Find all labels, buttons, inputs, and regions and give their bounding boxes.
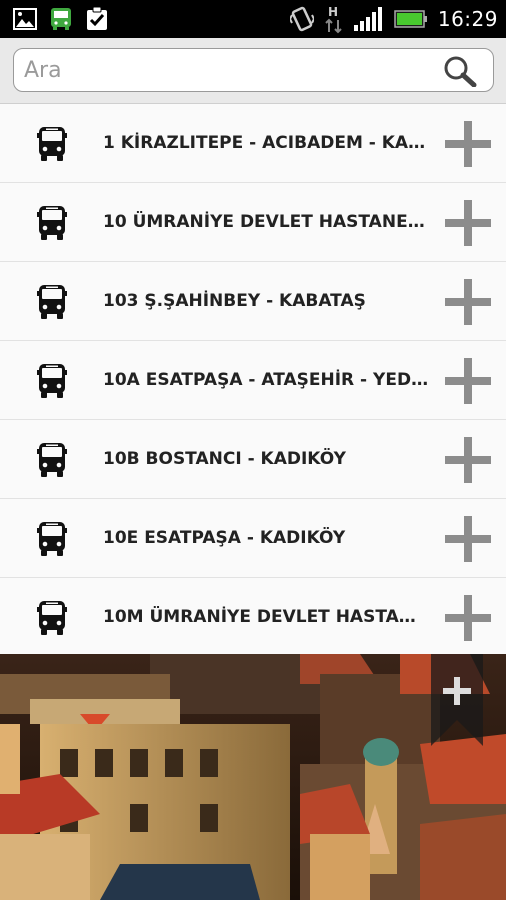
route-label: 10 ÜMRANİYE DEVLET HASTANESİ - KADIKÖY [103,212,429,232]
search-bar [0,38,506,104]
add-route-button[interactable] [445,121,491,167]
svg-text:H: H [328,5,338,19]
add-route-button[interactable] [445,200,491,246]
bus-icon [51,8,71,30]
clock: 16:29 [437,7,498,31]
list-item[interactable]: 10M ÜMRANİYE DEVLET HASTANESİ - KADIKÖY [0,578,506,657]
list-item[interactable]: 103 Ş.ŞAHİNBEY - KABATAŞ [0,262,506,341]
add-route-button[interactable] [445,437,491,483]
bus-icon [37,601,67,635]
add-route-button[interactable] [445,358,491,404]
route-label: 10E ESATPAŞA - KADIKÖY [103,528,346,548]
route-list: 1 KİRAZLITEPE - ACIBADEM - KADIKÖY 10 ÜM… [0,104,506,657]
search-input[interactable] [24,49,424,91]
bus-icon [37,364,67,398]
signal-icon [353,7,382,31]
add-route-button[interactable] [445,595,491,641]
list-item[interactable]: 1 KİRAZLITEPE - ACIBADEM - KADIKÖY [0,104,506,183]
route-label: 103 Ş.ŞAHİNBEY - KABATAŞ [103,291,366,311]
battery-icon [394,10,427,28]
route-label: 10A ESATPAŞA - ATAŞEHİR - YEDİTEPE [103,370,429,390]
list-item[interactable]: 10E ESATPAŞA - KADIKÖY [0,499,506,578]
bus-icon [37,522,67,556]
list-item[interactable]: 10A ESATPAŞA - ATAŞEHİR - YEDİTEPE [0,341,506,420]
status-bar: H 16:29 [0,0,506,38]
clipboard-check-icon [87,6,107,30]
search-box[interactable] [13,48,494,92]
add-panel-button[interactable] [431,654,483,746]
notification-icons [12,6,110,32]
vibrate-icon [289,6,314,32]
bus-icon [37,127,67,161]
bus-icon [37,285,67,319]
add-route-button[interactable] [445,279,491,325]
hspa-data-icon: H [325,5,342,34]
bus-icon [37,443,67,477]
bus-icon [37,206,67,240]
add-route-button[interactable] [445,516,491,562]
route-label: 10B BOSTANCI - KADIKÖY [103,449,346,469]
system-indicators: H 16:29 [289,4,498,34]
list-item[interactable]: 10B BOSTANCI - KADIKÖY [0,420,506,499]
search-icon[interactable] [443,55,477,87]
route-label: 1 KİRAZLITEPE - ACIBADEM - KADIKÖY [103,133,429,153]
route-label: 10M ÜMRANİYE DEVLET HASTANESİ - KADIKÖY [103,607,429,627]
image-icon [13,8,37,30]
list-item[interactable]: 10 ÜMRANİYE DEVLET HASTANESİ - KADIKÖY [0,183,506,262]
